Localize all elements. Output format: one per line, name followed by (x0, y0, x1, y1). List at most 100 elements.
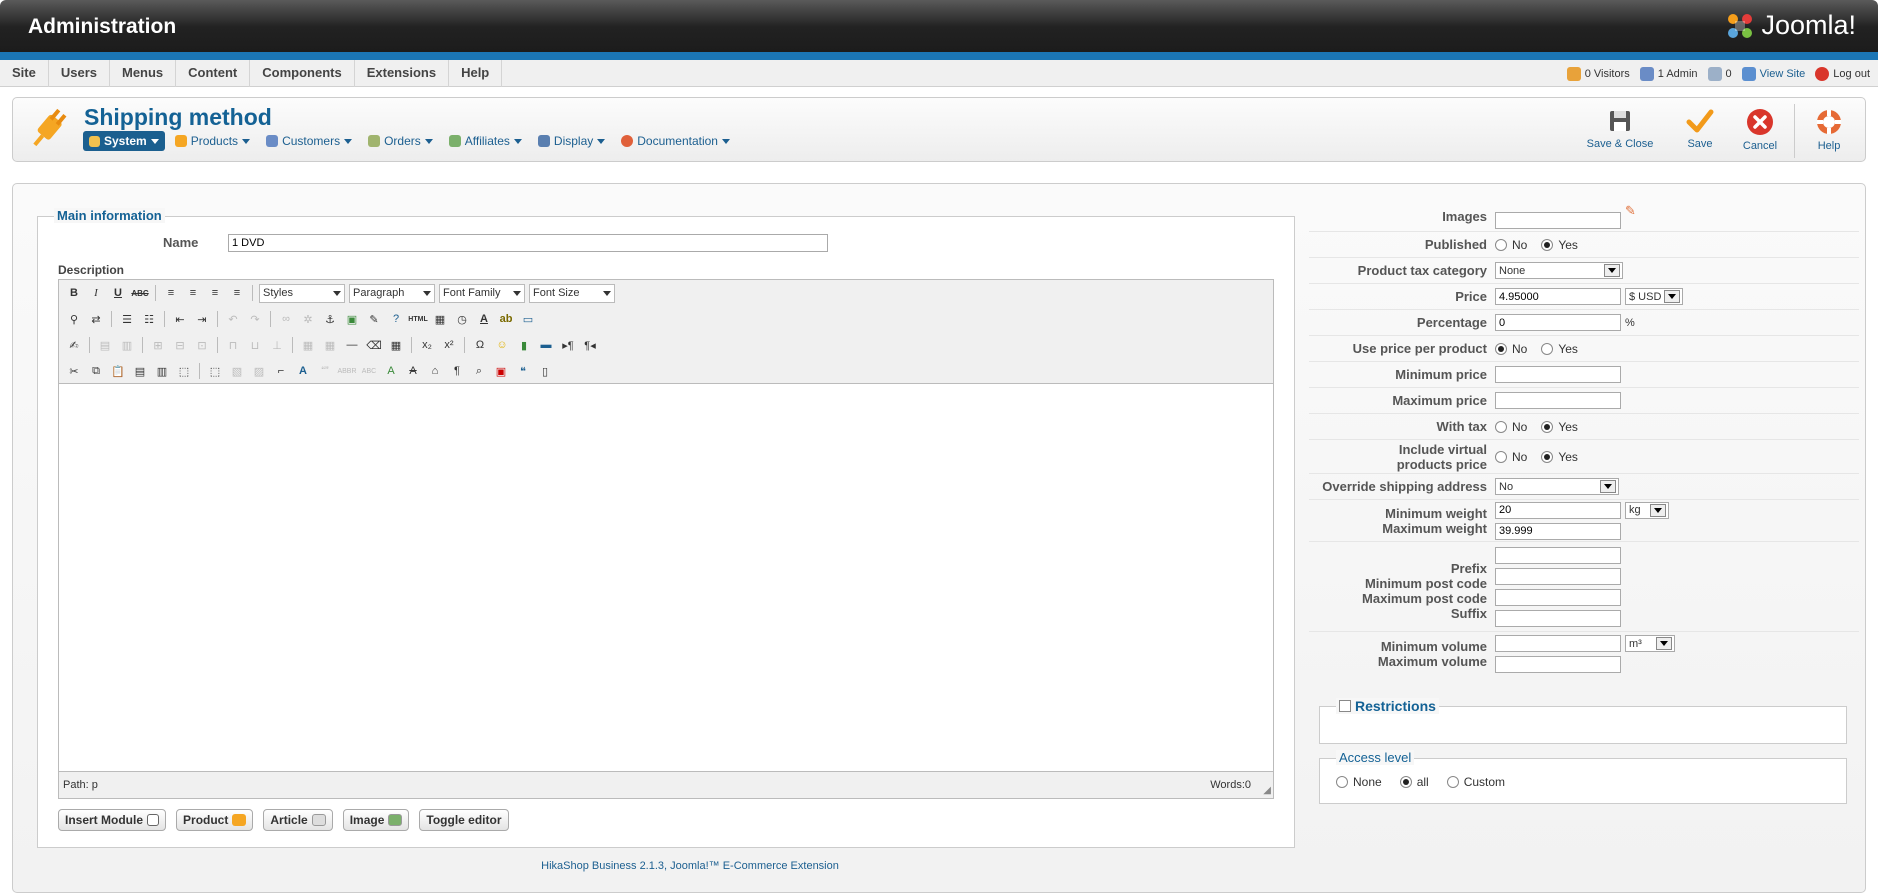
outdent-icon[interactable]: ⇤ (171, 310, 189, 328)
min-price-input[interactable] (1495, 366, 1621, 383)
messages-status[interactable]: 0 (1707, 66, 1732, 81)
paste-icon[interactable]: 📋 (109, 362, 127, 380)
merge-cells-icon[interactable]: ⊔ (246, 336, 264, 354)
unlink-icon[interactable]: ✲ (299, 310, 317, 328)
superscript-icon[interactable]: x² (440, 336, 458, 354)
min-volume-input[interactable] (1495, 635, 1621, 652)
row-props-icon[interactable]: ⊟ (171, 336, 189, 354)
published-no-radio[interactable] (1495, 238, 1507, 251)
emoticon-icon[interactable]: ☺ (493, 336, 511, 354)
anchor-icon[interactable]: ⚓ (321, 310, 339, 328)
access-none-radio[interactable] (1336, 776, 1348, 788)
fullscreen-icon[interactable]: ▭ (519, 310, 537, 328)
min-post-code-input[interactable] (1495, 567, 1621, 585)
max-post-code-input[interactable] (1495, 588, 1621, 606)
blockquote-icon[interactable]: ❝ (514, 362, 532, 380)
editor-content-area[interactable] (59, 384, 1273, 772)
font-color-icon[interactable]: A (475, 310, 493, 328)
submenu-documentation[interactable]: Documentation (615, 131, 736, 151)
redo-icon[interactable]: ↷ (246, 310, 264, 328)
insert-layer-icon[interactable]: ▤ (96, 336, 114, 354)
copy-icon[interactable]: ⧉ (87, 362, 105, 380)
crop-icon[interactable]: ⌐ (272, 362, 290, 380)
align-left-icon[interactable]: ≡ (162, 284, 180, 302)
name-input[interactable] (228, 234, 828, 252)
media-icon[interactable]: ▮ (515, 336, 533, 354)
abbr-icon[interactable]: ABBR (337, 362, 356, 380)
menu-content[interactable]: Content (176, 60, 251, 87)
delete-col-icon[interactable]: ⊥ (268, 336, 286, 354)
weight-unit-select[interactable]: kg (1625, 501, 1669, 519)
max-volume-input[interactable] (1495, 656, 1621, 673)
visual-aid-icon[interactable]: ▦ (299, 336, 317, 354)
max-price-input[interactable] (1495, 392, 1621, 409)
cleanup-icon[interactable]: ✎ (365, 310, 383, 328)
resize-handle-icon[interactable]: ◢ (1263, 785, 1271, 796)
move-backward-icon[interactable]: ▧ (228, 362, 246, 380)
footer-credit[interactable]: HikaShop Business 2.1.3, Joomla!™ E-Comm… (13, 860, 1367, 872)
acronym-icon[interactable]: ABC (360, 362, 378, 380)
template-icon[interactable]: ▣ (492, 362, 510, 380)
edit-css-icon[interactable]: ✍ (65, 336, 83, 354)
font-size-select[interactable]: Font Size (529, 283, 615, 303)
numbered-list-icon[interactable]: ☷ (140, 310, 158, 328)
access-all-radio[interactable] (1399, 776, 1412, 788)
images-input[interactable] (1495, 212, 1621, 229)
save-button[interactable]: Save (1670, 104, 1730, 156)
include-virtual-yes-radio[interactable] (1541, 450, 1554, 463)
template-list-icon[interactable]: ▯ (536, 362, 554, 380)
font-family-select[interactable]: Font Family (439, 283, 525, 303)
menu-site[interactable]: Site (0, 60, 49, 87)
layer-icon[interactable]: ▨ (250, 362, 268, 380)
cancel-button[interactable]: Cancel (1730, 104, 1790, 156)
menu-menus[interactable]: Menus (110, 60, 177, 87)
cell-props-icon[interactable]: ⊡ (193, 336, 211, 354)
tax-category-select[interactable]: None (1495, 262, 1623, 279)
max-weight-input[interactable] (1495, 522, 1621, 540)
submenu-customers[interactable]: Customers (260, 131, 358, 151)
menu-components[interactable]: Components (250, 60, 355, 87)
help-icon[interactable]: ? (387, 310, 405, 328)
deletion-icon[interactable]: A (404, 362, 422, 380)
paragraph-select[interactable]: Paragraph (349, 283, 435, 303)
min-weight-input[interactable] (1495, 501, 1621, 519)
insertion-icon[interactable]: A (382, 362, 400, 380)
align-center-icon[interactable]: ≡ (184, 284, 202, 302)
time-icon[interactable]: ◷ (453, 310, 471, 328)
highlight-icon[interactable]: ab (497, 310, 515, 328)
split-cells-icon[interactable]: ⊓ (224, 336, 242, 354)
submenu-affiliates[interactable]: Affiliates (443, 131, 528, 151)
currency-select[interactable]: $ USD (1625, 288, 1683, 305)
restrictions-checkbox[interactable] (1339, 700, 1351, 712)
submenu-orders[interactable]: Orders (362, 131, 439, 151)
eraser-icon[interactable]: ⌫ (365, 336, 383, 354)
paste-word-icon[interactable]: ▥ (153, 362, 171, 380)
with-tax-yes-radio[interactable] (1541, 420, 1554, 433)
prefix-input[interactable] (1495, 546, 1621, 564)
image-button[interactable]: Image (342, 809, 410, 831)
ltr-icon[interactable]: ▸¶ (559, 336, 577, 354)
date-icon[interactable]: ▦ (431, 310, 449, 328)
paste-text-icon[interactable]: ▤ (131, 362, 149, 380)
undo-icon[interactable]: ↶ (224, 310, 242, 328)
view-site-link[interactable]: View Site (1741, 66, 1805, 81)
percentage-input[interactable] (1495, 314, 1621, 331)
select-all-icon[interactable]: ⬚ (175, 362, 193, 380)
published-yes-radio[interactable] (1541, 238, 1554, 251)
access-custom-radio[interactable] (1446, 776, 1459, 788)
submenu-system[interactable]: System (83, 131, 165, 151)
toggle-editor-button[interactable]: Toggle editor (419, 809, 509, 831)
styles-select[interactable]: Styles (259, 283, 345, 303)
rtl-icon[interactable]: ¶◂ (581, 336, 599, 354)
horizontal-rule-icon[interactable]: — (343, 336, 361, 354)
cut-icon[interactable]: ✂ (65, 362, 83, 380)
cite-icon[interactable]: “” (316, 362, 334, 380)
style-props-icon[interactable]: A (294, 362, 312, 380)
move-forward-icon[interactable]: ▥ (118, 336, 136, 354)
help-button[interactable]: Help (1799, 104, 1859, 156)
insert-table-icon[interactable]: ▦ (387, 336, 405, 354)
edit-image-icon[interactable]: ✎ (1625, 203, 1636, 219)
with-tax-no-radio[interactable] (1495, 420, 1507, 433)
menu-help[interactable]: Help (449, 60, 503, 87)
submenu-products[interactable]: Products (169, 131, 256, 151)
